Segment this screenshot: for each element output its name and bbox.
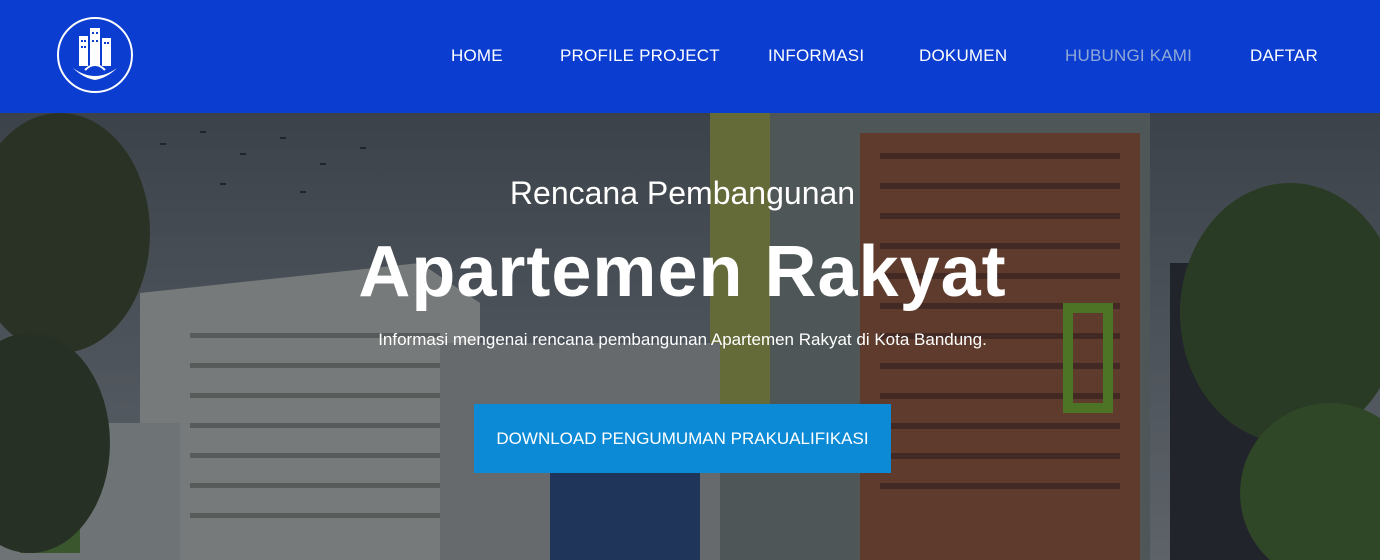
top-navbar: HOME PROFILE PROJECT INFORMASI DOKUMEN H… xyxy=(0,0,1380,113)
download-announcement-button[interactable]: DOWNLOAD PENGUMUMAN PRAKUALIFIKASI xyxy=(474,404,891,473)
nav-daftar[interactable]: DAFTAR xyxy=(1250,46,1318,66)
nav-hubungi-kami[interactable]: HUBUNGI KAMI xyxy=(1065,46,1192,66)
nav-informasi[interactable]: INFORMASI xyxy=(768,46,864,66)
hero-subtitle: Rencana Pembangunan xyxy=(509,175,856,211)
hero-title: Apartemen Rakyat xyxy=(358,232,1007,312)
nav-profile-project[interactable]: PROFILE PROJECT xyxy=(560,46,720,66)
nav-dokumen[interactable]: DOKUMEN xyxy=(919,46,1007,66)
hero-section: Rencana Pembangunan Apartemen Rakyat Inf… xyxy=(0,113,1380,560)
nav-home[interactable]: HOME xyxy=(451,46,503,66)
apartemen-rakyat-logo[interactable] xyxy=(55,10,135,100)
hero-description: Informasi mengenai rencana pembangunan A… xyxy=(378,330,987,349)
